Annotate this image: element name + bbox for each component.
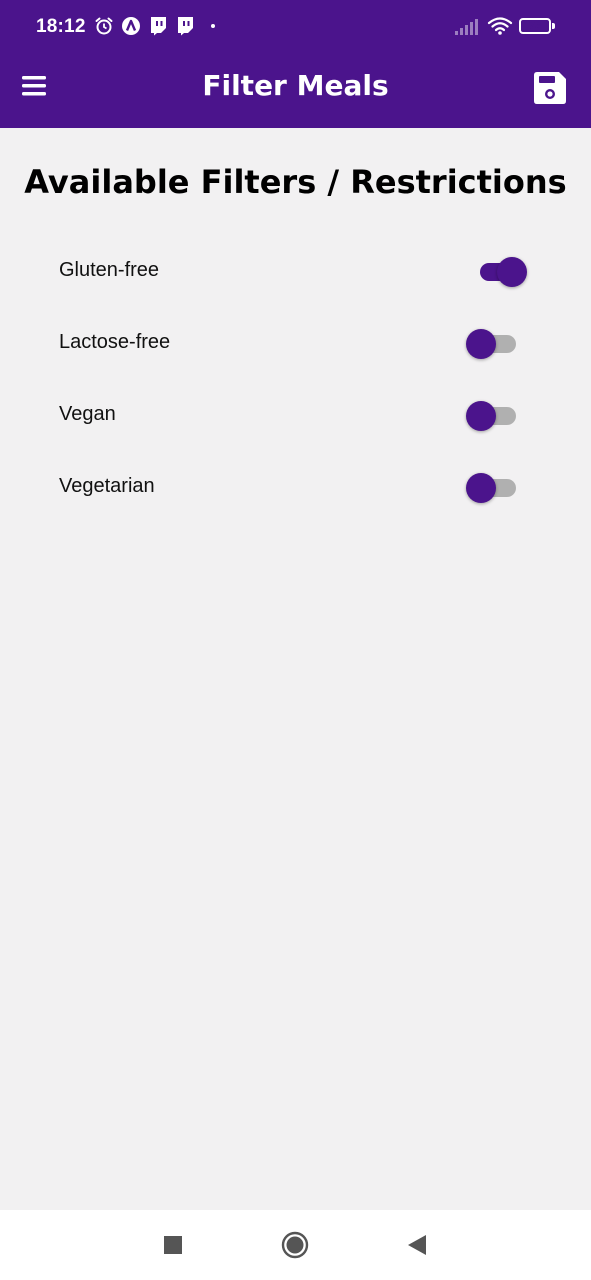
lactose-free-switch[interactable] [466,326,528,360]
system-nav-bar [0,1210,591,1280]
recents-button[interactable] [156,1228,190,1262]
gluten-free-switch[interactable] [466,254,528,288]
vegetarian-switch[interactable] [466,470,528,504]
battery-level-text: 73 [528,20,542,32]
filter-label: Lactose-free [59,331,171,353]
filters-heading: Available Filters / Restrictions [24,163,567,201]
twitch-icon [151,17,166,36]
page-title: Filter Meals [202,69,389,102]
switch-thumb [466,401,496,431]
back-triangle-icon [408,1235,426,1255]
notification-dot [211,24,215,28]
vegan-switch[interactable] [466,398,528,432]
back-button[interactable] [400,1228,434,1262]
save-button[interactable] [528,66,572,110]
alarm-icon [95,17,113,35]
filter-label: Vegan [59,403,116,425]
floppy-disk-save-icon [534,72,566,104]
screen: 18:12 73 Filter Meals Available Filters … [0,0,591,1280]
filter-row-vegan: Vegan [0,384,591,444]
filter-row-lactose-free: Lactose-free [0,312,591,372]
battery-icon: 73 [519,18,551,34]
status-time: 18:12 [36,16,86,37]
filter-row-gluten-free: Gluten-free [0,240,591,300]
filter-row-vegetarian: Vegetarian [0,456,591,516]
app-bar: Filter Meals [0,52,591,128]
signal-icon [455,19,478,35]
filter-label: Gluten-free [59,259,160,281]
wifi-icon [487,17,513,35]
switch-thumb [466,329,496,359]
recents-square-icon [164,1236,182,1254]
battery-tip [552,23,555,29]
app-a-icon [122,17,140,35]
filter-label: Vegetarian [59,475,155,497]
home-button[interactable] [278,1228,312,1262]
home-circle-icon [281,1231,309,1259]
switch-thumb [466,473,496,503]
twitch-icon [178,17,193,36]
status-bar: 18:12 73 [0,0,591,52]
switch-thumb [497,257,527,287]
